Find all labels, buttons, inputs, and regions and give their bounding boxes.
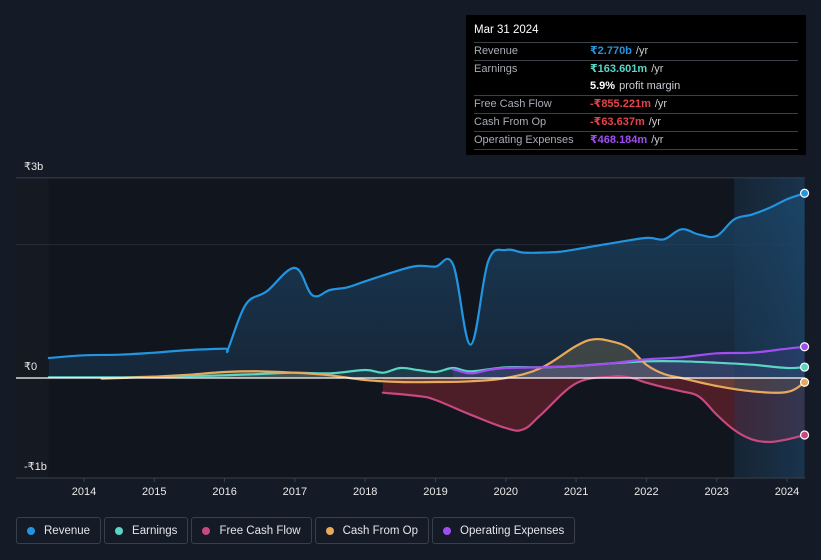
tooltip-label: Operating Expenses (474, 134, 574, 146)
legend-dot-icon (27, 526, 35, 535)
tooltip-label: Cash From Op (474, 116, 547, 128)
y-tick-label: ₹3b (24, 161, 43, 173)
tooltip-unit: /yr (651, 63, 664, 75)
tooltip-value: ₹163.601m (590, 63, 648, 75)
earnings-endpoint[interactable] (799, 362, 810, 372)
tooltip-row: Revenue ₹2.770b/yr (474, 43, 798, 61)
tooltip-panel: Mar 31 2024 Revenue ₹2.770b/yr Earnings ₹16… (466, 15, 806, 155)
legend-item-free-cash-flow[interactable]: Free Cash Flow (191, 517, 312, 544)
x-tick-label: 2015 (142, 486, 166, 498)
tooltip-value: -₹63.637m (590, 116, 645, 128)
tooltip-label: Revenue (474, 45, 519, 57)
tooltip-date: Mar 31 2024 (474, 23, 798, 43)
operating-expenses-endpoint[interactable] (799, 342, 810, 352)
revenue-endpoint[interactable] (799, 188, 810, 198)
legend-label: Earnings (132, 524, 178, 537)
legend-item-operating-expenses[interactable]: Operating Expenses (432, 517, 576, 544)
x-tick-label: 2023 (704, 486, 728, 498)
x-tick-label: 2022 (634, 486, 658, 498)
free-cash-flow-endpoint[interactable] (799, 430, 810, 440)
legend-dot-icon (202, 526, 211, 535)
y-tick-label: ₹0 (24, 361, 37, 373)
legend-item-revenue[interactable]: Revenue (16, 517, 102, 544)
x-tick-label: 2019 (423, 486, 447, 498)
tooltip-unit: /yr (651, 134, 664, 146)
x-tick-label: 2017 (283, 486, 307, 498)
chart-legend: Revenue Earnings Free Cash Flow Cash From O… (16, 517, 576, 544)
x-tick-label: 2014 (72, 486, 96, 498)
tooltip-row: Earnings ₹163.601m/yr (474, 61, 798, 78)
tooltip-label: Earnings (474, 63, 518, 75)
x-tick-label: 2016 (212, 486, 236, 498)
legend-label: Operating Expenses (460, 524, 565, 537)
x-tick-label: 2024 (775, 486, 799, 498)
legend-dot-icon (115, 526, 124, 535)
x-tick-label: 2020 (494, 486, 518, 498)
x-tick-label: 2021 (564, 486, 588, 498)
tooltip-row: Operating Expenses ₹468.184m/yr (474, 132, 798, 150)
cash-from-op-endpoint[interactable] (799, 377, 810, 387)
tooltip-value: 5.9% (590, 80, 616, 92)
tooltip-row: Cash From Op -₹63.637m/yr (474, 114, 798, 132)
legend-label: Revenue (44, 524, 91, 537)
tooltip-row: 5.9% profit margin (474, 78, 798, 96)
tooltip-label (474, 78, 590, 95)
tooltip-value: -₹855.221m (590, 98, 651, 110)
tooltip-value: ₹2.770b (590, 45, 632, 57)
y-tick-label: -₹1b (24, 461, 47, 473)
tooltip-unit: profit margin (619, 80, 681, 92)
tooltip-label: Free Cash Flow (474, 98, 552, 110)
tooltip-row: Free Cash Flow -₹855.221m/yr (474, 96, 798, 114)
tooltip-unit: /yr (654, 98, 668, 110)
legend-label: Cash From Op (342, 524, 419, 537)
legend-dot-icon (443, 526, 452, 535)
legend-dot-icon (325, 526, 334, 535)
legend-item-earnings[interactable]: Earnings (104, 517, 189, 544)
tooltip-unit: /yr (635, 45, 649, 57)
highlight-region (734, 178, 805, 478)
legend-label: Free Cash Flow (219, 524, 301, 537)
legend-item-cash-from-op[interactable]: Cash From Op (314, 517, 430, 544)
x-tick-label: 2018 (353, 486, 377, 498)
tooltip-unit: /yr (648, 116, 661, 128)
tooltip-value: ₹468.184m (590, 134, 648, 146)
